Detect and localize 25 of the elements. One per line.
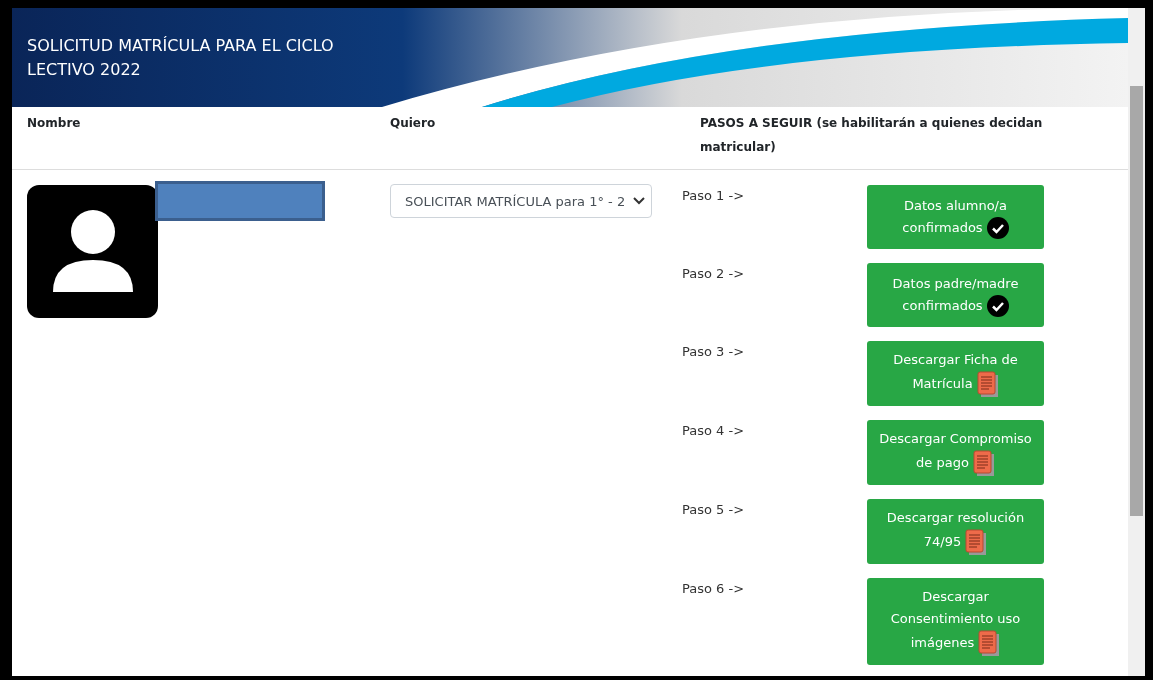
checkmark-icon [986, 295, 1009, 318]
document-icon [965, 529, 988, 556]
column-header: PASOS A SEGUIR (se habilitarán a quienes decidan matricular) [700, 115, 1044, 156]
step-label: Paso 1 -> [682, 187, 746, 203]
column-header: Nombre [27, 115, 82, 132]
step-label: Paso 6 -> [682, 580, 746, 596]
document-icon [976, 371, 999, 398]
document-icon [972, 450, 995, 477]
document-icon [978, 630, 1001, 657]
choice-dropdown[interactable]: SOLICITAR MATRÍCULA para 1° - 2 [390, 184, 652, 218]
step-button[interactable]: Descargar Ficha de Matrícula [867, 341, 1044, 406]
page-title: SOLICITUD MATRÍCULA PARA EL CICLO LECTIVO 2022 [27, 34, 335, 81]
step-button[interactable]: Datos alumno/a confirmados [867, 185, 1044, 249]
step-label: Paso 2 -> [682, 265, 746, 281]
scrollbar[interactable] [1128, 8, 1145, 676]
step-button[interactable]: Descargar resolución 74/95 [867, 499, 1044, 564]
step-label: Paso 3 -> [682, 343, 746, 359]
chevron-down-icon [633, 197, 645, 205]
step-button[interactable]: Descargar Consentimiento uso imágenes [867, 578, 1044, 665]
step-button[interactable]: Datos padre/madre confirmados [867, 263, 1044, 327]
step-button[interactable]: Descargar Compromiso de pago [867, 420, 1044, 485]
step-label: Paso 4 -> [682, 422, 746, 438]
checkmark-icon [986, 217, 1009, 240]
column-header: Quiero [390, 115, 437, 132]
step-label: Paso 5 -> [682, 501, 746, 517]
